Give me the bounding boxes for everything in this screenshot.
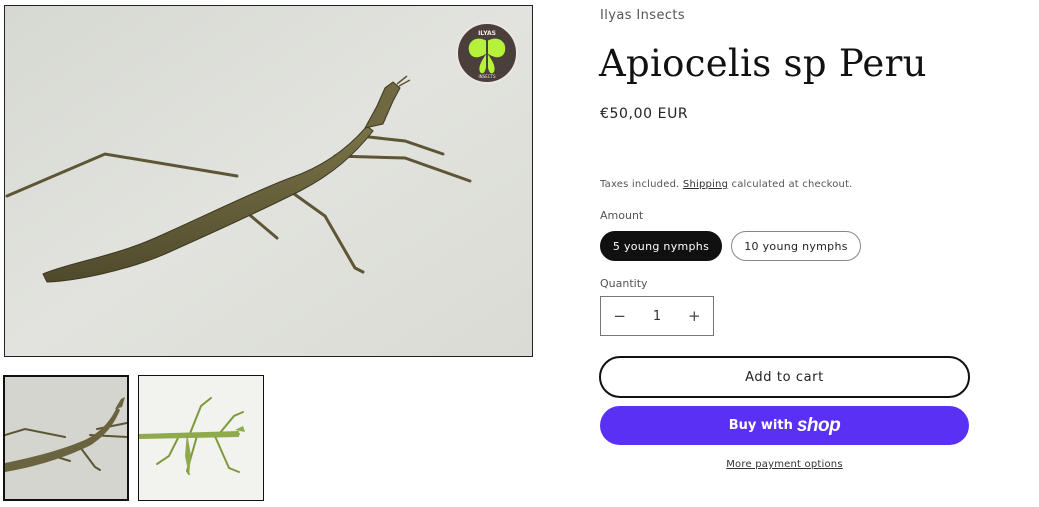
tax-note: Taxes included. Shipping calculated at c… xyxy=(600,179,853,190)
product-title: Apiocelis sp Peru xyxy=(599,42,927,85)
logo-top-text: ILYAS xyxy=(478,30,496,37)
quantity-stepper: − 1 + xyxy=(600,296,714,336)
luna-moth-logo: ILYAS INSECTS xyxy=(456,22,518,84)
amount-label: Amount xyxy=(600,209,644,222)
vendor-name: Ilyas Insects xyxy=(600,8,686,23)
tax-suffix: calculated at checkout. xyxy=(731,179,853,190)
more-payment-options-link[interactable]: More payment options xyxy=(600,459,969,470)
thumbnail-photo-2 xyxy=(139,376,263,500)
plus-icon[interactable]: + xyxy=(676,307,713,325)
logo-bottom-text: INSECTS xyxy=(478,74,495,79)
quantity-label: Quantity xyxy=(600,277,648,290)
thumbnail-2[interactable] xyxy=(138,375,264,501)
tax-prefix: Taxes included. xyxy=(600,179,680,190)
amount-option-5-nymphs[interactable]: 5 young nymphs xyxy=(600,231,722,261)
amount-option-10-nymphs[interactable]: 10 young nymphs xyxy=(731,231,861,261)
buy-with-shop-button[interactable]: Buy with shop xyxy=(600,406,969,445)
quantity-value[interactable]: 1 xyxy=(638,309,675,324)
product-price: €50,00 EUR xyxy=(600,106,689,122)
add-to-cart-button[interactable]: Add to cart xyxy=(599,356,970,398)
minus-icon[interactable]: − xyxy=(601,307,638,325)
shipping-link[interactable]: Shipping xyxy=(683,179,728,190)
buy-with-label: Buy with xyxy=(728,418,793,433)
main-product-image[interactable]: ILYAS INSECTS xyxy=(4,5,533,357)
shop-logo: shop xyxy=(796,414,841,436)
thumbnail-1[interactable] xyxy=(3,375,129,501)
thumbnail-photo-1 xyxy=(5,377,127,499)
stick-insect-photo: ILYAS INSECTS xyxy=(5,6,532,356)
